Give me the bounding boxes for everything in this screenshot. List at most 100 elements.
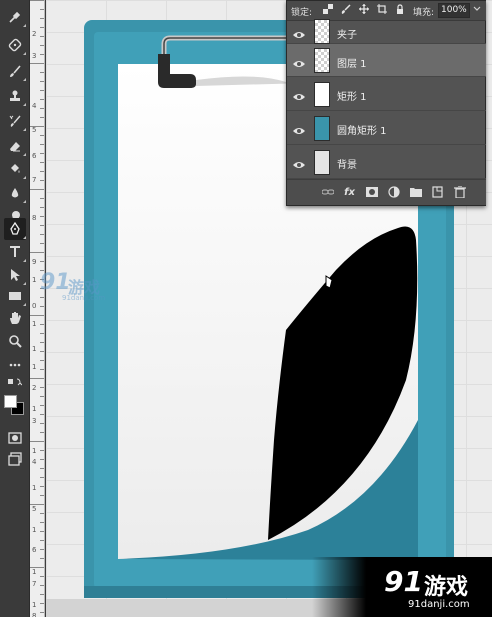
ruler-tick [40, 396, 44, 397]
visibility-eye-icon[interactable] [293, 88, 305, 100]
quickmask-icon[interactable] [4, 427, 26, 449]
ruler-tick [40, 234, 44, 235]
ruler-number: 2 [32, 384, 37, 392]
trash-icon[interactable] [453, 185, 466, 199]
ruler-number: 3 [32, 417, 37, 425]
ruler-tick [40, 27, 44, 28]
layer-name: 夹子 [337, 29, 357, 41]
watermark-url: 91danji.com [62, 294, 106, 302]
layer-name: 圆角矩形 1 [337, 126, 387, 137]
layers-footer: fx [287, 179, 486, 205]
ruler-number: 1 [32, 405, 37, 413]
link-icon[interactable] [321, 186, 334, 199]
ruler-tick [40, 450, 44, 451]
history-brush-icon[interactable] [4, 110, 26, 132]
eyedropper-icon[interactable] [4, 6, 26, 28]
layer-row[interactable]: 图层 1 [287, 44, 486, 77]
healing-brush-icon[interactable] [4, 34, 26, 56]
mask-icon[interactable] [365, 186, 378, 199]
ruler-tick [40, 144, 44, 145]
ruler-tick [40, 432, 44, 433]
watermark-center: 91 游戏 91danji.com [40, 270, 115, 306]
ruler-tick [40, 162, 44, 163]
ruler-tick [40, 117, 44, 118]
pen-icon[interactable] [4, 218, 26, 240]
ruler-number: 4 [32, 102, 37, 110]
lock-transparent-icon[interactable] [323, 4, 333, 17]
ruler-tick [40, 531, 44, 532]
lock-artboard-icon[interactable] [377, 4, 387, 17]
layer-row[interactable]: 背景 [287, 145, 486, 179]
stamp-icon[interactable] [4, 85, 26, 107]
lock-pixels-icon[interactable] [341, 4, 351, 17]
ruler-tick [30, 0, 44, 1]
watermark-corner-name: 游戏 [424, 575, 469, 600]
ruler-number: 8 [32, 214, 37, 222]
lock-position-icon[interactable] [359, 4, 369, 17]
rectangle-icon[interactable] [4, 285, 26, 307]
ruler-tick [40, 549, 44, 550]
ruler-tick [40, 306, 44, 307]
layer-name: 图层 1 [337, 58, 367, 70]
ruler-tick [40, 171, 44, 172]
ruler-number: 7 [32, 580, 37, 588]
ruler-number: 1 [32, 276, 37, 284]
fx-icon[interactable]: fx [343, 186, 356, 199]
ruler-number: 9 [32, 258, 37, 266]
ruler-number: 1 [32, 345, 37, 353]
swap-colors-icon[interactable] [4, 375, 26, 389]
tools-panel [0, 0, 30, 617]
hand-icon[interactable] [4, 307, 26, 329]
ruler-number: 1 [32, 320, 37, 328]
ruler-tick [40, 90, 44, 91]
fill-input[interactable]: 100% [438, 3, 470, 18]
ruler-tick [40, 414, 44, 415]
fill-label: 填充: [413, 8, 435, 18]
ruler-tick [30, 441, 44, 442]
screenmode-icon[interactable] [4, 448, 26, 470]
bucket-icon[interactable] [4, 158, 26, 180]
more-icon[interactable] [4, 354, 26, 376]
ruler-number: 5 [32, 505, 37, 513]
layer-thumbnail [314, 115, 330, 141]
layer-row[interactable]: 夹子 [287, 19, 486, 44]
ruler-number: 1 [32, 484, 37, 492]
lock-label: 锁定: [291, 8, 313, 18]
ruler-tick [40, 153, 44, 154]
ruler-number: 6 [32, 152, 37, 160]
fill-dropdown-icon[interactable] [473, 4, 481, 14]
type-icon[interactable] [4, 241, 26, 263]
lock-all-icon[interactable] [395, 4, 405, 17]
layer-row[interactable]: 圆角矩形 1 [287, 111, 486, 145]
adjustment-icon[interactable] [387, 186, 400, 199]
vertical-ruler: 23456789101112131415161718 [30, 0, 45, 617]
visibility-eye-icon[interactable] [293, 55, 305, 67]
ruler-tick [40, 99, 44, 100]
ruler-tick [40, 540, 44, 541]
ruler-tick [40, 513, 44, 514]
ruler-number: 1 [32, 568, 37, 576]
watermark-corner-logo: 91 [384, 565, 423, 598]
ruler-number: 4 [32, 458, 37, 466]
eraser-icon[interactable] [4, 135, 26, 157]
ruler-tick [30, 252, 44, 253]
ruler-number: 3 [32, 52, 37, 60]
blur-icon[interactable] [4, 182, 26, 204]
folder-icon[interactable] [409, 186, 422, 199]
brush-icon[interactable] [4, 60, 26, 82]
ruler-number: 1 [32, 447, 37, 455]
zoom-icon[interactable] [4, 330, 26, 352]
ruler-tick [40, 9, 44, 10]
ruler-tick [40, 54, 44, 55]
new-layer-icon[interactable] [431, 186, 444, 199]
foreground-color-swatch[interactable] [4, 395, 17, 408]
path-select-icon[interactable] [4, 264, 26, 286]
ruler-tick [40, 405, 44, 406]
ruler-number: 8 [32, 612, 37, 617]
ruler-tick [40, 216, 44, 217]
visibility-eye-icon[interactable] [293, 122, 305, 134]
visibility-eye-icon[interactable] [293, 26, 305, 38]
ruler-tick [40, 459, 44, 460]
visibility-eye-icon[interactable] [293, 156, 305, 168]
layer-row[interactable]: 矩形 1 [287, 77, 486, 111]
